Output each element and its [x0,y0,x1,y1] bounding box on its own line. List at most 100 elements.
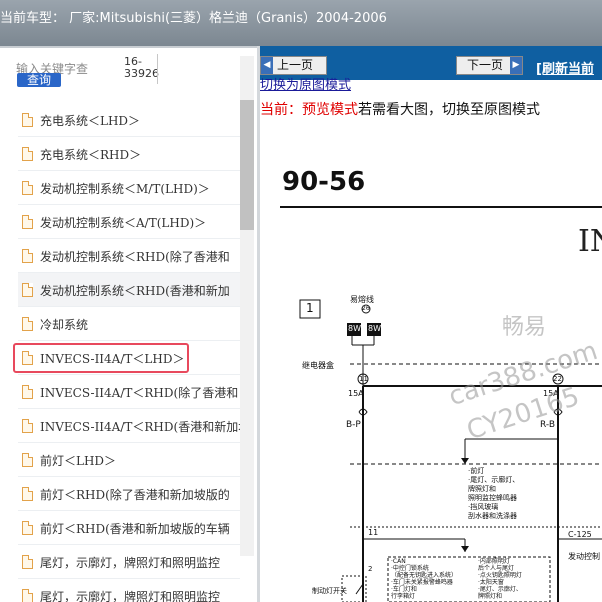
document-icon [22,385,33,399]
refresh-link[interactable]: [刷新当前 [536,58,594,77]
watermark-cn: 畅易 [502,315,547,340]
next-page-label: 下一页 [467,58,504,72]
wire-left-color: B-P [346,420,361,430]
diagram-text-line: ·内部照明灯 [478,558,510,565]
list-item-label: INVECS-II4A/T＜RHD(除了香港和 [40,386,239,400]
arrow-left-icon: ◀ [261,57,273,74]
list-item-label: 发动机控制系统＜RHD(香港和新加 [40,284,230,298]
list-item[interactable]: INVECS-II4A/T＜RHD(香港和新加坡 [18,409,250,443]
diagram-text-line: ·CAN [391,558,406,565]
diagram-text-line: ·车门灯和 [391,586,417,593]
arrow-right-icon: ▶ [510,57,522,74]
document-icon [22,113,33,127]
list-item[interactable]: 充电系统＜LHD＞ [18,103,240,137]
prev-page-button[interactable]: ◀ 上一页 [260,56,327,75]
list-item-label: 前灯＜RHD(除了香港和新加坡版的 [40,488,230,502]
prev-page-label: 上一页 [277,58,314,72]
document-icon [22,249,33,263]
mode-current: 当前：预览模式 [260,102,358,118]
switch-pin-top: 2 [368,565,373,573]
current-model-title: 当前车型： 厂家:Mitsubishi(三菱）格兰迪（Granis）2004-2… [0,11,387,26]
connector-right: C-125 [568,530,592,539]
circuit-list: 充电系统＜LHD＞ 充电系统＜RHD＞ 发动机控制系统＜M/T(LHD)＞ 发动机控制… [13,103,250,602]
fuse-name: 易熔线 [350,295,374,304]
fuse-number: 26 [362,305,370,312]
diagram-text-line: ·中控门锁系统 [391,565,429,572]
list-item-label: 发动机控制系统＜M/T(LHD)＞ [40,182,210,196]
fuse-w1: 8W [348,324,361,333]
document-icon [22,317,33,331]
diagram-text-line: ·车门未关紧报警蜂鸣器 [391,579,453,586]
diagram-text-line: 刮水器和洗涤器 [468,512,517,520]
diagram-text-line: ·尾灯、示廓灯、 [468,476,520,484]
list-item-label: 充电系统＜RHD＞ [40,148,142,162]
document-icon [22,555,33,569]
document-icon [22,419,33,433]
diagram-text-line: 照明监控蜂鸣器 [468,494,517,502]
list-item-label: 尾灯，示廓灯，牌照灯和照明监控 [40,590,221,602]
brake-switch-label: 制动灯开关 [312,587,347,595]
fuse-w2: 8W [368,324,381,333]
list-item-label: 前灯＜LHD＞ [40,454,117,468]
right-list: ·内部照明灯 后个人与尾灯 ·点火钥匙照明灯 ·太阳天窗 ·尾灯、示廓灯、 牌照灯和 [478,558,522,600]
code-divider [157,54,158,84]
diagram-text-line: 行李箱灯 [391,593,416,600]
lamp-list: ·前灯 ·尾灯、示廓灯、 牌照灯和 照明监控蜂鸣器 ·挡风玻璃 刮水器和洗涤器 [468,467,519,521]
sidebar: 输入关键字查 查询 16- 33926 充电系统＜LHD＞ 充电系统＜RHD＞ 发动… [0,46,257,602]
list-item-label: INVECS-II4A/T＜RHD(香港和新加坡 [40,420,251,434]
switch-original-link[interactable]: 切换为原图模式 [260,79,351,93]
relay-box-label: 继电器盒 [302,361,334,370]
list-item[interactable]: 前灯＜LHD＞ [18,443,240,477]
diagram-text-line: （配备无钥匙进入系统） [391,572,458,579]
list-item[interactable]: 发动机控制系统＜A/T(LHD)＞ [18,205,240,239]
document-icon [22,589,33,602]
document-icon [22,147,33,161]
list-item-label: 发动机控制系统＜RHD(除了香港和 [40,250,230,264]
list-item-label: 冷却系统 [40,318,89,332]
list-item[interactable]: 冷却系统 [18,307,240,341]
wiring-diagram: 90-56 IN [260,124,602,602]
can-list: ·CAN ·中控门锁系统 （配备无钥匙进入系统） ·车门未关紧报警蜂鸣器 ·车门灯和 行李… [391,558,457,600]
list-item-label: 发动机控制系统＜A/T(LHD)＞ [40,216,207,230]
list-item[interactable]: 尾灯，示廓灯，牌照灯和照明监控 [18,545,240,579]
mode-notice: 当前：预览模式若需看大图，切换至原图模式 [260,99,540,119]
left-fuse-amp: 15A [348,389,364,398]
list-item[interactable]: INVECS-II4A/T＜RHD(除了香港和 [18,375,240,409]
viewer-toolbar: ◀ 上一页 下一页 ▶ [刷新当前 [260,46,602,80]
next-page-button[interactable]: 下一页 ▶ [456,56,523,75]
sidebar-top-divider [0,46,257,48]
list-item[interactable]: 前灯＜RHD(香港和新加坡版的车辆 [18,511,240,545]
side-label: 发动控制 [568,552,600,561]
search-button[interactable]: 查询 [17,73,61,87]
diagram-text-line: 牌照灯和 [478,593,503,600]
left-fuse-number: 11 [359,375,368,383]
diagram-text-line: 后个人与尾灯 [478,565,515,572]
document-icon [22,453,33,467]
list-item-label: 尾灯，示廓灯，牌照灯和照明监控 [40,556,221,570]
document-icon [22,487,33,501]
list-item[interactable]: 前灯＜RHD(除了香港和新加坡版的 [18,477,240,511]
box-number: 1 [306,301,314,315]
code-label: 16- 33926 [124,56,159,80]
diagram-text-line: 牌照灯和 [468,485,496,493]
code-line-2: 33926 [124,67,159,80]
list-item-label: 前灯＜RHD(香港和新加坡版的车辆 [40,522,230,536]
document-icon [22,181,33,195]
diagram-text-line: ·太阳天窗 [478,579,504,586]
selection-highlight [13,343,189,373]
document-icon [22,215,33,229]
viewer: ◀ 上一页 下一页 ▶ [刷新当前 切换为原图模式 当前：预览模式若需看大图，切… [260,46,602,602]
list-item[interactable]: 充电系统＜RHD＞ [18,137,240,171]
document-icon [22,283,33,297]
sidebar-scroll-thumb[interactable] [240,100,254,230]
list-item[interactable]: 发动机控制系统＜RHD(除了香港和 [18,239,240,273]
document-icon [22,521,33,535]
list-item[interactable]: INVECS-II4A/T＜LHD＞ [13,341,240,375]
list-item[interactable]: 尾灯，示廓灯，牌照灯和照明监控 [18,579,240,602]
list-item[interactable]: 发动机控制系统＜M/T(LHD)＞ [18,171,240,205]
title-bar: 当前车型： 厂家:Mitsubishi(三菱）格兰迪（Granis）2004-2… [0,0,602,46]
list-item-label: 充电系统＜LHD＞ [40,114,141,128]
connector-left: 11 [368,528,379,537]
diagram-text-line: ·挡风玻璃 [468,503,499,511]
list-item[interactable]: 发动机控制系统＜RHD(香港和新加 [18,273,240,307]
